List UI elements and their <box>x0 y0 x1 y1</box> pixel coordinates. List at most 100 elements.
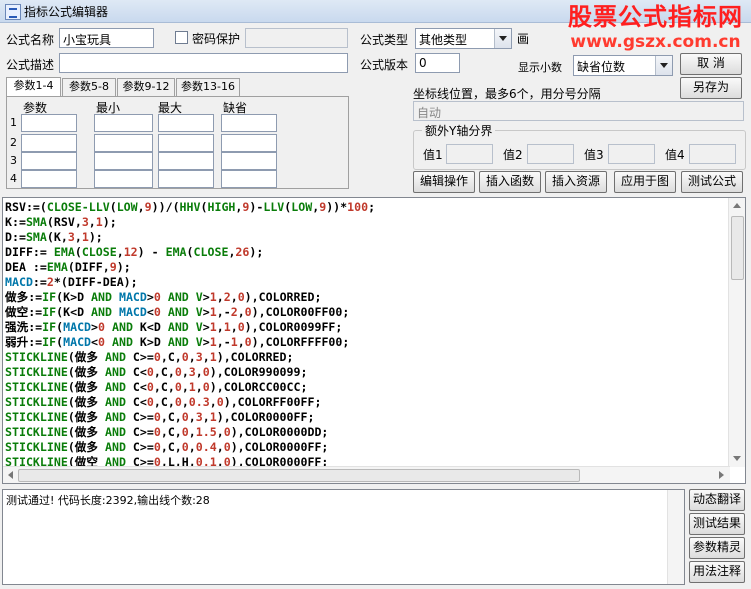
param-name-1[interactable] <box>21 114 77 132</box>
param-default-3[interactable] <box>221 152 277 170</box>
param-max-2[interactable] <box>158 134 214 152</box>
code-line: STICKLINE(做多 AND C>=0,C,0,3,1),COLOR0000… <box>5 410 315 424</box>
apply-to-chart-button[interactable]: 应用于图 <box>614 171 676 193</box>
scroll-right-icon[interactable] <box>719 471 724 479</box>
type-select-value: 其他类型 <box>419 33 468 47</box>
watermark: 股票公式指标网 www.gszx.com.cn <box>568 2 743 52</box>
output-scrollbar[interactable] <box>667 490 684 584</box>
type-label: 公式类型 <box>360 33 409 47</box>
param-default-1[interactable] <box>221 114 277 132</box>
param-row-index: 3 <box>10 154 17 167</box>
code-line: DEA :=EMA(DIFF,9); <box>5 260 131 274</box>
code-line: STICKLINE(做多 AND C>=0,C,0,0.4,0),COLOR00… <box>5 440 329 454</box>
param-row-index: 1 <box>10 116 17 129</box>
code-line: 做多:=IF(K>D AND MACD>0 AND V>1,2,0),COLOR… <box>5 290 322 304</box>
scroll-down-icon[interactable] <box>733 456 741 461</box>
app-icon <box>5 4 21 20</box>
chevron-down-icon <box>655 56 672 75</box>
editor-hscroll-thumb[interactable] <box>18 469 580 482</box>
formula-code: RSV:=(CLOSE-LLV(LOW,9))/(HHV(HIGH,9)-LLV… <box>5 200 375 470</box>
code-line: MACD:=2*(DIFF-DEA); <box>5 275 138 289</box>
code-line: D:=SMA(K,3,1); <box>5 230 103 244</box>
code-line: DIFF:= EMA(CLOSE,12) - EMA(CLOSE,26); <box>5 245 264 259</box>
scroll-left-icon[interactable] <box>8 471 13 479</box>
value3-input[interactable] <box>608 144 655 164</box>
tab-params-5-8[interactable]: 参数5-8 <box>62 78 116 96</box>
value2-input[interactable] <box>527 144 574 164</box>
editor-horizontal-scrollbar[interactable] <box>3 466 730 483</box>
tab-params-13-16[interactable]: 参数13-16 <box>176 78 240 96</box>
test-result-button[interactable]: 测试结果 <box>689 513 745 535</box>
value4-label: 值4 <box>665 148 685 162</box>
param-min-3[interactable] <box>94 152 153 170</box>
display-select-value: 缺省位数 <box>577 60 626 74</box>
test-formula-button[interactable]: 测试公式 <box>681 171 743 193</box>
chevron-down-icon <box>494 29 511 48</box>
tab-params-1-4[interactable]: 参数1-4 <box>6 77 61 96</box>
watermark-url: www.gszx.com.cn <box>570 32 741 52</box>
code-line: 做空:=IF(K<D AND MACD<0 AND V>1,-2,0),COLO… <box>5 305 350 319</box>
display-label: 显示小数 <box>518 61 562 74</box>
usage-note-button[interactable]: 用法注释 <box>689 561 745 583</box>
formula-editor[interactable]: RSV:=(CLOSE-LLV(LOW,9))/(HHV(HIGH,9)-LLV… <box>2 197 746 484</box>
param-min-4[interactable] <box>94 170 153 188</box>
extra-y-axis-title: 额外Y轴分界 <box>422 122 496 139</box>
value1-input[interactable] <box>446 144 493 164</box>
code-line: RSV:=(CLOSE-LLV(LOW,9))/(HHV(HIGH,9)-LLV… <box>5 200 376 214</box>
param-default-2[interactable] <box>221 134 277 152</box>
param-row-index: 2 <box>10 136 17 149</box>
draw-method-label: 画 <box>517 32 530 46</box>
param-name-3[interactable] <box>21 152 77 170</box>
code-line: STICKLINE(做多 AND C<0,C,0,3,0),COLOR99009… <box>5 365 308 379</box>
param-row-index: 4 <box>10 172 17 185</box>
editor-scroll-thumb[interactable] <box>731 216 744 280</box>
desc-label: 公式描述 <box>6 58 55 72</box>
code-line: 弱升:=IF(MACD<0 AND K>D AND V>1,-1,0),COLO… <box>5 335 350 349</box>
editor-vertical-scrollbar[interactable] <box>728 198 745 467</box>
window-title: 指标公式编辑器 <box>24 5 109 19</box>
save-as-button[interactable]: 另存为 <box>680 77 742 99</box>
code-line: 强洗:=IF(MACD>0 AND K<D AND V>1,1,0),COLOR… <box>5 320 343 334</box>
code-line: STICKLINE(做多 AND C>=0,C,0,3,1),COLORRED; <box>5 350 294 364</box>
type-select[interactable]: 其他类型 <box>415 28 512 49</box>
value4-input[interactable] <box>689 144 736 164</box>
scroll-up-icon[interactable] <box>733 203 741 208</box>
password-label: 密码保护 <box>192 32 241 46</box>
param-min-1[interactable] <box>94 114 153 132</box>
insert-function-button[interactable]: 插入函数 <box>479 171 541 193</box>
cancel-button[interactable]: 取 消 <box>680 53 742 75</box>
param-min-2[interactable] <box>94 134 153 152</box>
axis-position-input[interactable]: 自动 <box>413 101 744 121</box>
password-input[interactable] <box>245 28 348 48</box>
password-checkbox[interactable] <box>175 31 188 44</box>
axis-position-label: 坐标线位置，最多6个，用分号分隔 <box>413 87 601 101</box>
extra-y-axis-group: 额外Y轴分界 值1 值2 值3 值4 <box>413 122 746 170</box>
test-result-text: 测试通过! 代码长度:2392,输出线个数:28 <box>6 494 210 507</box>
insert-resource-button[interactable]: 插入资源 <box>545 171 607 193</box>
value3-label: 值3 <box>584 148 604 162</box>
code-line: STICKLINE(做多 AND C>=0,C,0,1.5,0),COLOR00… <box>5 425 329 439</box>
dynamic-translate-button[interactable]: 动态翻译 <box>689 489 745 511</box>
param-name-4[interactable] <box>21 170 77 188</box>
watermark-title: 股票公式指标网 <box>568 3 743 31</box>
param-name-2[interactable] <box>21 134 77 152</box>
version-input[interactable]: 0 <box>415 53 460 73</box>
value1-label: 值1 <box>423 148 443 162</box>
code-line: STICKLINE(做多 AND C<0,C,0,1,0),COLORCC00C… <box>5 380 308 394</box>
value2-label: 值2 <box>503 148 523 162</box>
name-input[interactable]: 小宝玩具 <box>59 28 154 48</box>
tab-params-9-12[interactable]: 参数9-12 <box>117 78 175 96</box>
param-max-3[interactable] <box>158 152 214 170</box>
edit-operations-button[interactable]: 编辑操作 <box>413 171 475 193</box>
code-line: K:=SMA(RSV,3,1); <box>5 215 117 229</box>
param-max-1[interactable] <box>158 114 214 132</box>
param-panel: 参数 最小 最大 缺省 1 2 3 4 <box>6 96 349 189</box>
name-label: 公式名称 <box>6 33 55 47</box>
version-label: 公式版本 <box>360 58 409 72</box>
desc-input[interactable] <box>59 53 348 73</box>
display-select[interactable]: 缺省位数 <box>573 55 673 76</box>
param-max-4[interactable] <box>158 170 214 188</box>
param-default-4[interactable] <box>221 170 277 188</box>
test-output-box[interactable]: 测试通过! 代码长度:2392,输出线个数:28 <box>2 489 685 585</box>
param-wizard-button[interactable]: 参数精灵 <box>689 537 745 559</box>
